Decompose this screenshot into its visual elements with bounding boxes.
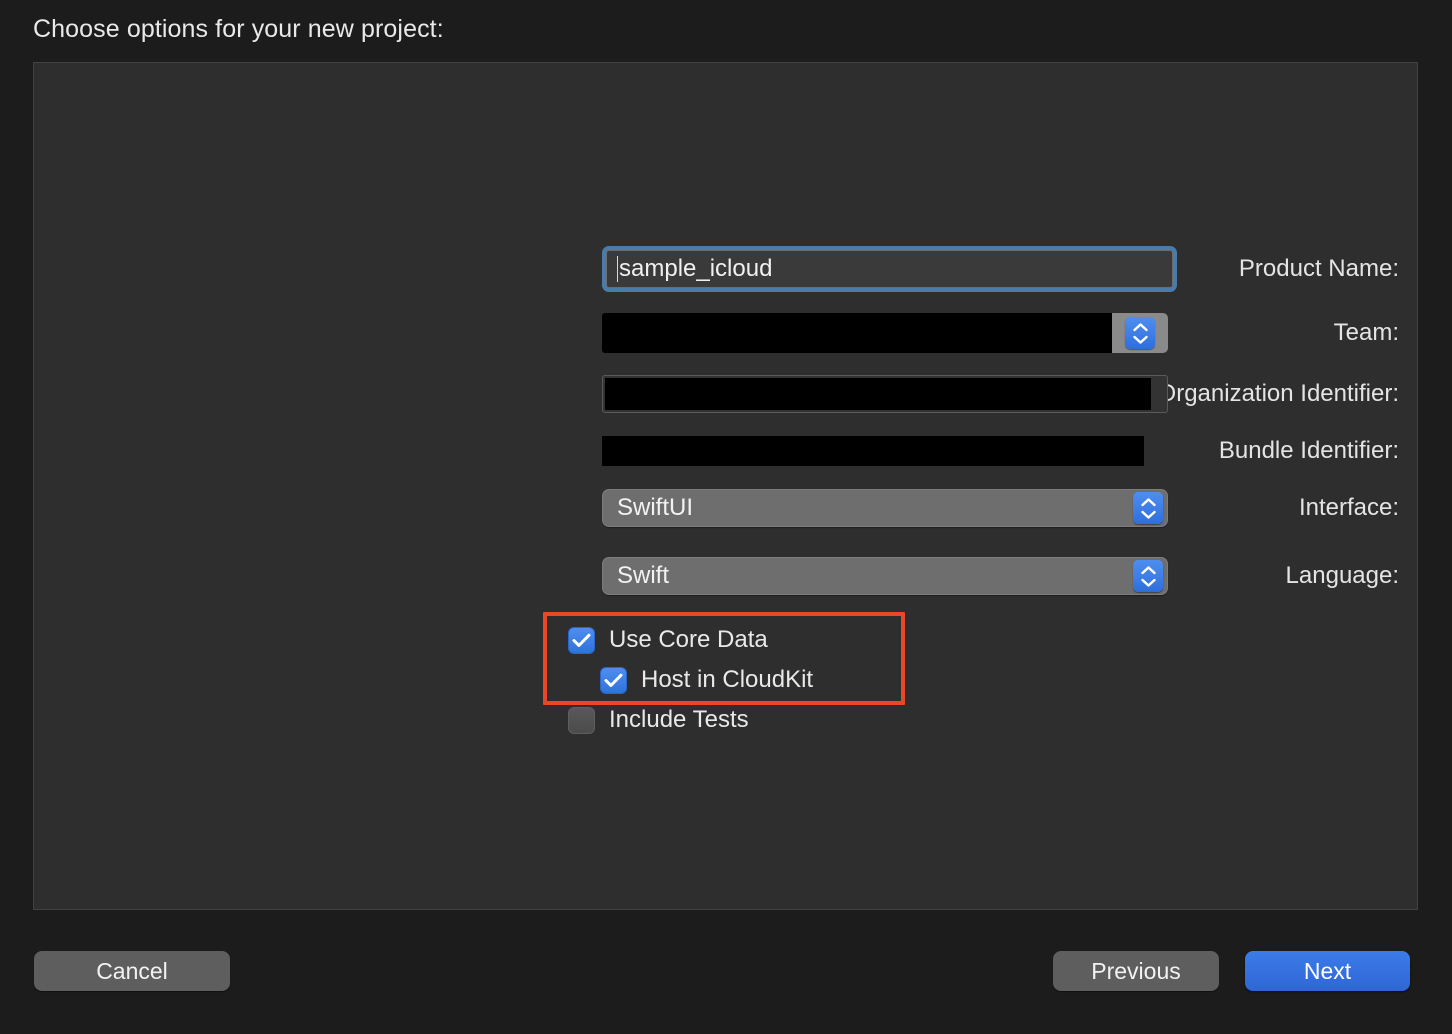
checkbox-label-include-tests: Include Tests <box>609 706 749 733</box>
checkbox-label-host-in-cloudkit: Host in CloudKit <box>641 666 814 693</box>
form-row-bundle-identifier: Bundle Identifier: <box>34 435 1417 467</box>
team-value-redacted[interactable] <box>602 313 1112 353</box>
chevron-updown-icon <box>1133 492 1163 524</box>
options-panel: Product Name: sample_icloud Team: Organi… <box>33 62 1418 910</box>
organization-identifier-input[interactable] <box>602 375 1168 413</box>
chevron-updown-icon <box>1133 560 1163 592</box>
form-row-team: Team: <box>34 313 1417 353</box>
organization-identifier-value-redacted <box>605 378 1151 410</box>
form-row-organization-identifier: Organization Identifier: <box>34 375 1417 413</box>
product-name-input[interactable]: sample_icloud <box>602 246 1177 292</box>
language-stepper[interactable] <box>1133 560 1163 592</box>
page-title: Choose options for your new project: <box>33 15 444 43</box>
checkbox-checked-icon[interactable] <box>568 626 595 654</box>
checkbox-use-core-data[interactable]: Use Core Data <box>568 626 768 654</box>
language-popup-button[interactable]: Swift <box>602 557 1168 595</box>
language-selected-value: Swift <box>617 562 670 589</box>
team-combobox[interactable] <box>602 313 1168 353</box>
interface-selected-value: SwiftUI <box>617 494 694 521</box>
checkbox-label-use-core-data: Use Core Data <box>609 626 768 653</box>
checkbox-host-in-cloudkit[interactable]: Host in CloudKit <box>600 666 813 694</box>
cancel-button[interactable]: Cancel <box>34 951 230 991</box>
form-row-product-name: Product Name: sample_icloud <box>34 246 1417 292</box>
team-stepper-background <box>1112 313 1168 353</box>
checkbox-unchecked-icon[interactable] <box>568 706 595 734</box>
checkbox-checked-icon[interactable] <box>600 666 627 694</box>
text-caret <box>617 256 618 282</box>
bundle-identifier-value-redacted <box>602 436 1144 466</box>
chevron-updown-icon[interactable] <box>1125 317 1155 349</box>
form-row-interface: Interface: SwiftUI <box>34 489 1417 527</box>
next-button[interactable]: Next <box>1245 951 1410 991</box>
interface-popup-button[interactable]: SwiftUI <box>602 489 1168 527</box>
product-name-value: sample_icloud <box>619 255 773 282</box>
interface-stepper[interactable] <box>1133 492 1163 524</box>
checkbox-include-tests[interactable]: Include Tests <box>568 706 749 734</box>
form-row-language: Language: Swift <box>34 557 1417 595</box>
previous-button[interactable]: Previous <box>1053 951 1219 991</box>
